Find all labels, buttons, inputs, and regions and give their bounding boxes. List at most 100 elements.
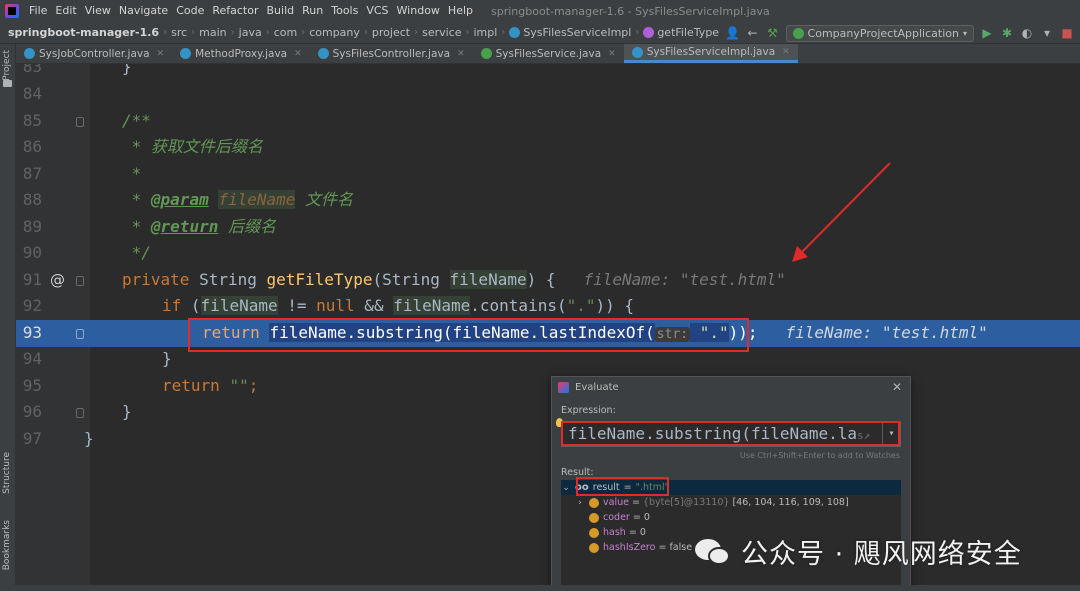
class-icon [317,48,329,59]
menu-vcs[interactable]: VCS [362,0,392,22]
menu-navigate[interactable]: Navigate [115,0,172,22]
folder-icon[interactable] [3,80,12,87]
project-tool-button[interactable]: Project [2,50,12,81]
javadoc-desc: 后缀名 [218,217,276,236]
menu-run[interactable]: Run [298,0,327,22]
menu-refactor[interactable]: Refactor [208,0,262,22]
code-line-91[interactable]: 91 @ private String getFileType(String f… [16,267,1080,294]
tree-row-value[interactable]: › value = {byte[5]@13110} [46, 104, 116,… [561,495,901,510]
tab-sysjobcontroller[interactable]: SysJobController.java ✕ [16,44,172,63]
fold-icon[interactable] [76,408,84,418]
fold-icon[interactable] [76,117,84,127]
breakpoint-marker-icon[interactable] [76,329,84,339]
expand-icon[interactable]: s↗ [857,429,870,442]
code-text: * @param fileName 文件名 [122,187,353,214]
build-hammer-icon[interactable]: ⚒ [766,26,780,40]
code-line-93-execution-point[interactable]: 93 return fileName.substring(fileName.la… [16,320,1080,347]
breadcrumb-src[interactable]: src [168,26,190,39]
breadcrumb-java[interactable]: java [236,26,265,39]
line-number: 87 [22,164,42,183]
code-text: } [122,402,132,421]
dialog-title-bar[interactable]: Evaluate [552,377,910,397]
menu-tools[interactable]: Tools [327,0,362,22]
code-line-90[interactable]: 90 */ [16,240,1080,267]
menu-edit[interactable]: Edit [51,0,80,22]
code-line-85[interactable]: 85 /** [16,108,1080,135]
run-icon[interactable]: ▶ [980,26,994,40]
run-configuration-select[interactable]: CompanyProjectApplication ▾ [785,24,974,42]
code-text: return ""; [162,373,258,400]
line-number: 86 [22,137,42,156]
spring-icon [792,27,804,39]
menu-file[interactable]: File [25,0,51,22]
tab-sysfilesservice[interactable]: SysFilesService.java ✕ [473,44,624,63]
menu-help[interactable]: Help [444,0,477,22]
menu-build[interactable]: Build [263,0,299,22]
tab-sysfilescontroller[interactable]: SysFilesController.java ✕ [310,44,473,63]
code-line-97[interactable]: 97 } [16,426,1080,453]
menu-bar: File Edit View Navigate Code Refactor Bu… [0,0,1080,22]
code-line-89[interactable]: 89 * @return 后缀名 [16,214,1080,241]
debug-inline-value: fileName: "test.html" [583,270,786,289]
breadcrumb-project-pkg[interactable]: project [369,26,413,39]
chevron-down-icon[interactable]: ⌄ [561,483,571,493]
equals-sign: = [625,527,640,538]
bookmarks-tool-button[interactable]: Bookmarks [2,520,12,570]
tree-row-coder[interactable]: coder = 0 [561,510,901,525]
menu-code[interactable]: Code [172,0,208,22]
line-number: 95 [22,376,42,395]
chevron-right-icon[interactable]: › [575,498,585,508]
back-icon[interactable]: ← [746,26,760,40]
stop-icon[interactable]: ■ [1060,26,1074,40]
tab-sysfilesserviceimpl[interactable]: SysFilesServiceImpl.java ✕ [623,44,798,63]
code-line-87[interactable]: 87 * [16,161,1080,188]
override-gutter-icon[interactable]: @ [50,267,65,294]
breadcrumb-method[interactable]: getFileType [640,26,722,39]
code-line-84[interactable]: 84 [16,81,1080,108]
parameter: fileName [200,296,278,315]
fold-icon[interactable] [76,276,84,286]
breadcrumb-com[interactable]: com [271,26,301,39]
chevron-down-icon[interactable]: ▾ [882,422,900,446]
code-editor[interactable]: 83 } 84 85 /** 86 * 获取文件后缀名 87 * 88 * @p… [16,64,1080,591]
close-icon[interactable]: ✕ [294,49,302,59]
expression-input[interactable]: fileName.substring(fileName.las↗ ▾ [561,421,901,447]
code-text: * @return 后缀名 [122,214,276,241]
code-line-92[interactable]: 92 if (fileName != null && fileName.cont… [16,293,1080,320]
code-line-94[interactable]: 94 } [16,346,1080,373]
line-number: 84 [22,84,42,103]
code-line-88[interactable]: 88 * @param fileName 文件名 [16,187,1080,214]
close-icon[interactable]: ✕ [457,49,465,59]
class-icon [24,48,35,59]
menu-window[interactable]: Window [393,0,444,22]
breadcrumb-service[interactable]: service [419,26,464,39]
result-root-row[interactable]: ⌄ oo result = ".html" [561,480,901,495]
close-icon[interactable]: ✕ [892,380,902,394]
more-run-icon[interactable]: ▾ [1040,26,1054,40]
debug-icon[interactable]: ✱ [1000,26,1014,40]
code-line-96[interactable]: 96 } [16,399,1080,426]
close-icon[interactable]: ✕ [608,49,616,59]
breadcrumb-project[interactable]: springboot-manager-1.6 [0,26,162,39]
line-number: 94 [22,349,42,368]
structure-tool-button[interactable]: Structure [2,452,12,494]
breadcrumb-impl[interactable]: impl [471,26,501,39]
coverage-icon[interactable]: ◐ [1020,26,1034,40]
line-number: 89 [22,217,42,236]
keyword: if [162,296,191,315]
field-value: false [669,542,693,553]
equals-sign: = [628,497,643,508]
line-number: 85 [22,111,42,130]
breadcrumb-company[interactable]: company [306,26,363,39]
code-line-95[interactable]: 95 return ""; [16,373,1080,400]
code-line-83[interactable]: 83 } [16,64,1080,81]
code-line-86[interactable]: 86 * 获取文件后缀名 [16,134,1080,161]
parameter: fileName [393,296,471,315]
add-user-icon[interactable]: 👤 [725,26,740,40]
breadcrumb-main[interactable]: main [196,26,229,39]
close-icon[interactable]: ✕ [157,49,165,59]
close-icon[interactable]: ✕ [782,47,790,57]
tab-methodproxy[interactable]: MethodProxy.java ✕ [172,44,310,63]
menu-view[interactable]: View [81,0,115,22]
breadcrumb-class[interactable]: SysFilesServiceImpl [506,26,634,39]
